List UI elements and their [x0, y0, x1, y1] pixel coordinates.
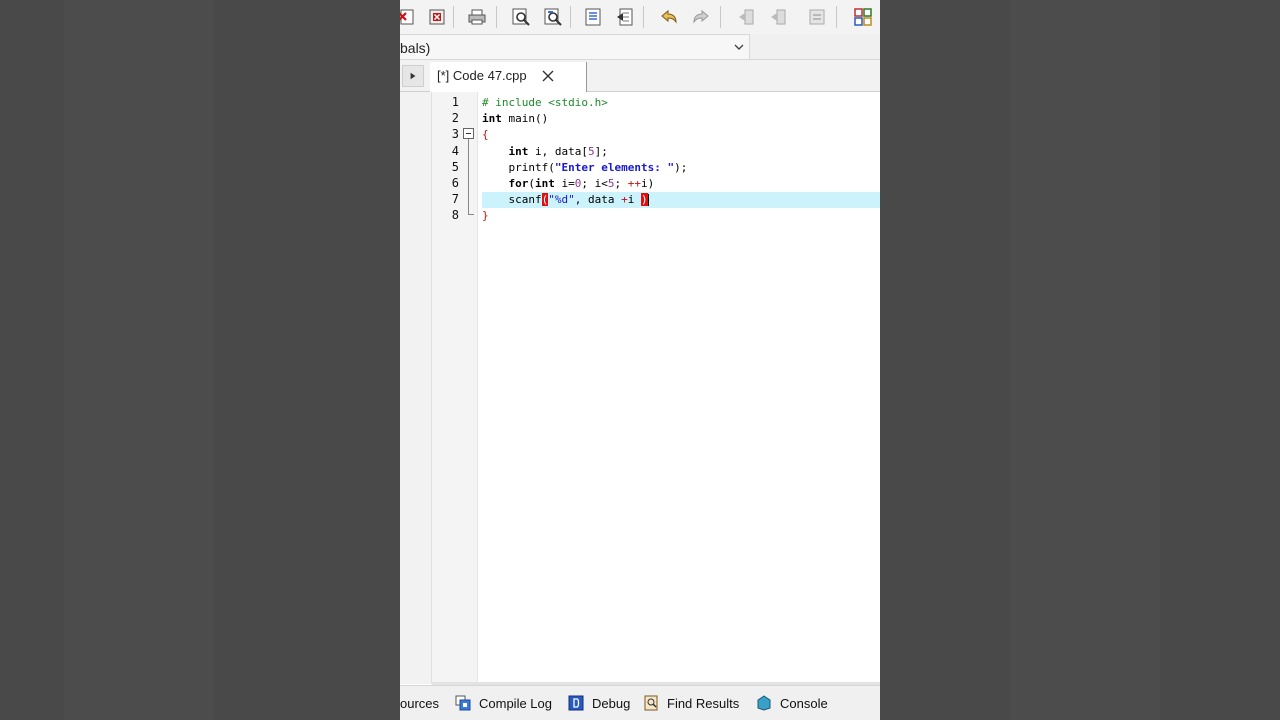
tab-debug-label: Debug — [592, 695, 631, 711]
undo-icon[interactable] — [658, 6, 680, 28]
bookmark-icon[interactable] — [614, 6, 636, 28]
tab-scroll-button[interactable] — [402, 65, 424, 87]
tab-resources-label: ources — [400, 695, 440, 711]
left-backdrop — [0, 0, 400, 720]
ide-window: bals) [*] Code 47.cpp 1 2 3 4 5 6 7 8 # … — [400, 0, 880, 720]
caret-right-icon — [410, 72, 416, 80]
goto-icon[interactable] — [582, 6, 604, 28]
fold-guide-end — [468, 214, 474, 215]
text-caret — [647, 194, 649, 206]
right-backdrop — [880, 0, 1280, 720]
line-number: 2 — [451, 111, 459, 125]
tab-code-47[interactable]: [*] Code 47.cpp — [430, 62, 587, 92]
tab-console[interactable]: Console — [756, 693, 828, 713]
code-line-3: { — [482, 128, 489, 141]
line-number: 6 — [451, 176, 459, 190]
code-line-1: # include <stdio.h> — [482, 96, 608, 109]
indent-icon[interactable] — [735, 6, 757, 28]
print-icon[interactable] — [466, 6, 488, 28]
chevron-down-icon — [734, 44, 744, 50]
project-options-icon[interactable] — [852, 6, 874, 28]
code-line-5: printf("Enter elements: "); — [508, 161, 688, 174]
project-panel — [400, 92, 432, 684]
line-number: 7 — [451, 192, 459, 206]
tab-compile-log[interactable]: Compile Log — [455, 693, 552, 713]
close-icon[interactable] — [426, 6, 448, 28]
toggle-comment-icon[interactable] — [806, 6, 828, 28]
line-number: 5 — [451, 160, 459, 174]
compile-log-icon — [455, 695, 471, 711]
tab-label: [*] Code 47.cpp — [437, 68, 527, 83]
code-line-7: scanf("%d", data +i ) — [508, 193, 649, 206]
fold-guide — [468, 139, 469, 215]
tab-find-results[interactable]: Find Results — [643, 693, 739, 713]
line-number: 1 — [451, 95, 459, 109]
code-line-4: int i, data[5]; — [508, 145, 608, 158]
fold-toggle-icon[interactable] — [463, 128, 474, 139]
scope-dropdown[interactable]: bals) — [400, 34, 750, 60]
tab-console-label: Console — [780, 695, 828, 711]
code-line-8: } — [482, 209, 489, 222]
scope-value: bals) — [400, 40, 431, 56]
tab-resources[interactable]: ources — [400, 693, 439, 713]
editor-tab-bar: [*] Code 47.cpp — [400, 60, 880, 92]
find-results-icon — [644, 695, 658, 711]
redo-icon[interactable] — [690, 6, 712, 28]
tab-compile-log-label: Compile Log — [479, 695, 552, 711]
tab-find-results-label: Find Results — [667, 695, 740, 711]
line-number: 4 — [451, 144, 459, 158]
find-icon[interactable] — [510, 6, 532, 28]
toolbar — [400, 0, 880, 35]
close-icon[interactable] — [541, 69, 555, 83]
debug-icon — [568, 695, 584, 711]
line-number: 8 — [451, 208, 459, 222]
code-line-6: for(int i=0; i<5; ++i) — [508, 177, 655, 190]
code-line-2: int main() — [482, 112, 549, 125]
unindent-icon[interactable] — [767, 6, 789, 28]
bottom-panel-tabs: ources Compile Log Debug Find Results Co… — [400, 685, 880, 720]
tab-debug[interactable]: Debug — [568, 693, 630, 713]
replace-icon[interactable] — [542, 6, 564, 28]
console-icon — [757, 695, 771, 711]
line-number: 3 — [451, 127, 459, 141]
toolbar-spacer — [750, 34, 880, 60]
close-all-icon[interactable] — [400, 6, 418, 28]
